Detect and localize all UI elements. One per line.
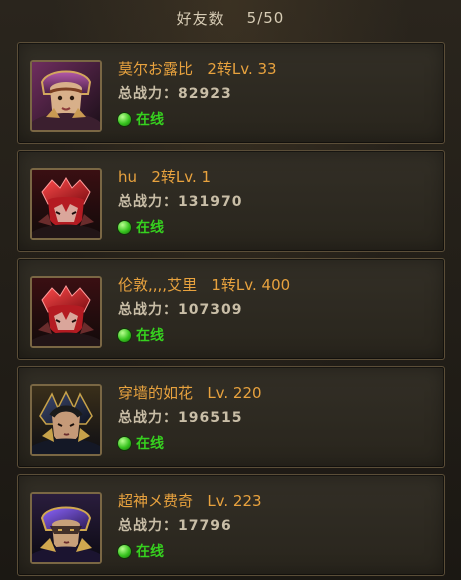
friend-name-line: 穿墙的如花 Lv. 220 — [118, 381, 434, 405]
online-dot-icon — [118, 436, 131, 450]
friend-info: 伦敦,,,,艾里 1转Lv. 400 总战力：107309 在线 — [118, 273, 434, 345]
friend-status-text: 在线 — [136, 436, 164, 452]
purple-masked-warrior-portrait-icon[interactable] — [30, 492, 102, 564]
friend-name: 穿墙的如花 — [118, 384, 194, 402]
friend-name-line: hu 2转Lv. 1 — [118, 165, 434, 189]
online-dot-icon — [118, 544, 131, 558]
friend-status-text: 在线 — [136, 220, 164, 236]
friend-card[interactable]: 穿墙的如花 Lv. 220 总战力：196515 在线 — [17, 366, 445, 468]
friends-header: 好友数 5/50 — [0, 0, 461, 36]
friend-name: hu — [118, 168, 138, 186]
friend-status: 在线 — [118, 541, 434, 561]
power-value: 82923 — [178, 86, 232, 102]
female-warrior-portrait-icon[interactable] — [30, 60, 102, 132]
friends-count: 5/50 — [246, 9, 285, 27]
friend-name-line: 莫尔お露比 2转Lv. 33 — [118, 57, 434, 81]
friends-list: 莫尔お露比 2转Lv. 33 总战力：82923 在线 hu 2转Lv. 1 总… — [17, 42, 445, 580]
friend-name-line: 伦敦,,,,艾里 1转Lv. 400 — [118, 273, 434, 297]
online-dot-icon — [118, 328, 131, 342]
friend-status: 在线 — [118, 433, 434, 453]
red-dragon-helmet-portrait-icon[interactable] — [30, 168, 102, 240]
friends-title: 好友数 — [176, 9, 225, 28]
friend-status-text: 在线 — [136, 544, 164, 560]
friend-rank: 2转Lv. 1 — [151, 168, 212, 186]
friend-name: 伦敦,,,,艾里 — [118, 276, 198, 294]
power-label: 总战力： — [118, 302, 178, 318]
friend-rank: Lv. 223 — [207, 492, 262, 510]
power-label: 总战力： — [118, 518, 178, 534]
friend-power-line: 总战力：107309 — [118, 299, 434, 321]
friends-panel: 好友数 5/50 莫尔お露比 2转Lv. 33 总战力：82923 在线 hu … — [0, 0, 461, 580]
friend-status: 在线 — [118, 217, 434, 237]
friend-info: 穿墙的如花 Lv. 220 总战力：196515 在线 — [118, 381, 434, 453]
power-value: 17796 — [178, 518, 232, 534]
power-value: 196515 — [178, 410, 243, 426]
red-dragon-helmet-portrait-icon[interactable] — [30, 276, 102, 348]
friend-card[interactable]: hu 2转Lv. 1 总战力：131970 在线 — [17, 150, 445, 252]
friend-name-line: 超神メ费奇 Lv. 223 — [118, 489, 434, 513]
friend-power-line: 总战力：131970 — [118, 191, 434, 213]
power-value: 131970 — [178, 194, 243, 210]
friend-name: 莫尔お露比 — [118, 60, 194, 78]
friend-card[interactable]: 伦敦,,,,艾里 1转Lv. 400 总战力：107309 在线 — [17, 258, 445, 360]
dark-armored-warrior-portrait-icon[interactable] — [30, 384, 102, 456]
online-dot-icon — [118, 220, 131, 234]
friend-info: 超神メ费奇 Lv. 223 总战力：17796 在线 — [118, 489, 434, 561]
friend-rank: Lv. 220 — [207, 384, 262, 402]
friend-power-line: 总战力：17796 — [118, 515, 434, 537]
friend-status: 在线 — [118, 325, 434, 345]
power-label: 总战力： — [118, 86, 178, 102]
power-label: 总战力： — [118, 194, 178, 210]
friend-card[interactable]: 超神メ费奇 Lv. 223 总战力：17796 在线 — [17, 474, 445, 576]
power-label: 总战力： — [118, 410, 178, 426]
friend-info: 莫尔お露比 2转Lv. 33 总战力：82923 在线 — [118, 57, 434, 129]
power-value: 107309 — [178, 302, 243, 318]
friend-rank: 1转Lv. 400 — [211, 276, 291, 294]
friend-name: 超神メ费奇 — [118, 492, 194, 510]
friend-status-text: 在线 — [136, 112, 164, 128]
friend-info: hu 2转Lv. 1 总战力：131970 在线 — [118, 165, 434, 237]
friend-status-text: 在线 — [136, 328, 164, 344]
friend-power-line: 总战力：196515 — [118, 407, 434, 429]
online-dot-icon — [118, 112, 131, 126]
friend-rank: 2转Lv. 33 — [207, 60, 277, 78]
friend-power-line: 总战力：82923 — [118, 83, 434, 105]
friend-status: 在线 — [118, 109, 434, 129]
friend-card[interactable]: 莫尔お露比 2转Lv. 33 总战力：82923 在线 — [17, 42, 445, 144]
